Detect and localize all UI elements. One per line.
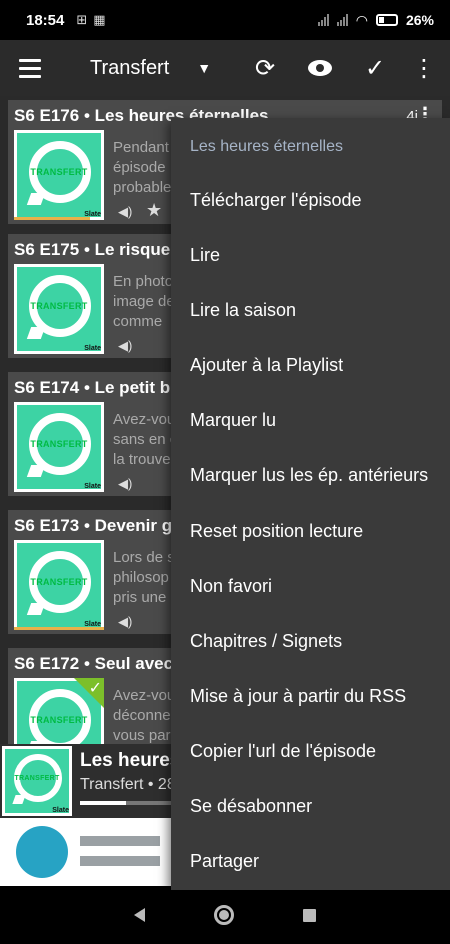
speaker-icon: ◀) (118, 476, 133, 491)
speaker-icon: ◀) (118, 614, 133, 629)
player-title: Les heures (80, 750, 181, 771)
back-icon[interactable] (134, 908, 146, 922)
app-toolbar: Transfert ▼ ⟳ ✓ ⋮ (0, 40, 450, 96)
menu-item-copy-url[interactable]: Copier l'url de l'épisode (171, 724, 450, 779)
episode-context-menu: Les heures éternelles Télécharger l'épis… (171, 118, 450, 890)
menu-item-share[interactable]: Partager (171, 834, 450, 889)
episode-progress (14, 217, 90, 220)
episode-description: Lors de s philosop pris une (113, 549, 175, 606)
menu-header: Les heures éternelles (190, 138, 343, 155)
caret-down-icon[interactable]: ▼ (197, 60, 211, 76)
star-icon[interactable]: ★ (146, 200, 162, 221)
refresh-icon[interactable]: ⟳ (242, 40, 288, 96)
episode-description: Avez-vou déconne vous par (113, 687, 176, 744)
episode-thumbnail: TRANSFERT Slate (14, 130, 104, 220)
episode-title: S6 E173 • Devenir g (14, 516, 173, 535)
battery-icon (375, 14, 398, 26)
wifi-icon: ◠ (355, 11, 368, 28)
signal-2-icon (336, 14, 348, 26)
player-progress-bar[interactable] (80, 801, 172, 805)
eye-icon[interactable] (297, 40, 343, 96)
menu-item-unfavorite[interactable]: Non favori (171, 559, 450, 614)
menu-item-download[interactable]: Télécharger l'épisode (171, 173, 450, 228)
menu-icon[interactable] (0, 40, 60, 96)
system-nav-bar (0, 886, 450, 944)
episode-thumbnail: TRANSFERT Slate ✓ (14, 678, 104, 744)
home-icon[interactable] (213, 905, 234, 925)
player-thumbnail: TRANSFERT Slate (2, 746, 72, 816)
notification-icon: ⊞ (76, 12, 88, 27)
menu-item-mark-read[interactable]: Marquer lu (171, 393, 450, 448)
menu-item-update-rss[interactable]: Mise à jour à partir du RSS (171, 669, 450, 724)
episode-description: Avez-vou sans en c la trouve (113, 411, 178, 468)
menu-item-mark-previous-read[interactable]: Marquer lus les ép. antérieurs (171, 448, 450, 503)
menu-item-unsubscribe[interactable]: Se désabonner (171, 779, 450, 834)
episode-title: S6 E172 • Seul avec (14, 654, 174, 673)
episode-thumbnail: TRANSFERT Slate (14, 264, 104, 354)
speaker-icon: ◀) (118, 204, 133, 219)
qr-icon: ▦ (93, 12, 106, 27)
menu-item-play-season[interactable]: Lire la saison (171, 283, 450, 338)
episode-thumbnail: TRANSFERT Slate (14, 540, 104, 630)
podcast-title[interactable]: Transfert (90, 57, 169, 80)
menu-item-play[interactable]: Lire (171, 228, 450, 283)
speaker-icon: ◀) (118, 338, 133, 353)
check-icon[interactable]: ✓ (352, 40, 398, 96)
episode-title: S6 E175 • Le risque (14, 240, 171, 259)
episode-description: Pendant épisode probable (113, 139, 172, 196)
signal-icon (317, 14, 329, 26)
menu-item-reset-position[interactable]: Reset position lecture (171, 504, 450, 559)
ad-logo (16, 826, 68, 878)
player-subtitle: Transfert • 28 (80, 776, 176, 793)
episode-description: En photo image de comme (113, 273, 175, 330)
episode-thumbnail: TRANSFERT Slate (14, 402, 104, 492)
status-bar: 18:54 ⊞ ▦ ◠ 26% (0, 0, 450, 40)
episode-progress (14, 627, 104, 630)
menu-item-chapters[interactable]: Chapitres / Signets (171, 614, 450, 669)
episode-title: S6 E174 • Le petit bij (14, 378, 180, 397)
battery-percent: 26% (405, 12, 434, 28)
more-vert-icon[interactable]: ⋮ (401, 40, 447, 96)
status-time: 18:54 (26, 11, 65, 29)
menu-item-add-playlist[interactable]: Ajouter à la Playlist (171, 338, 450, 393)
recent-apps-icon[interactable] (302, 908, 316, 922)
